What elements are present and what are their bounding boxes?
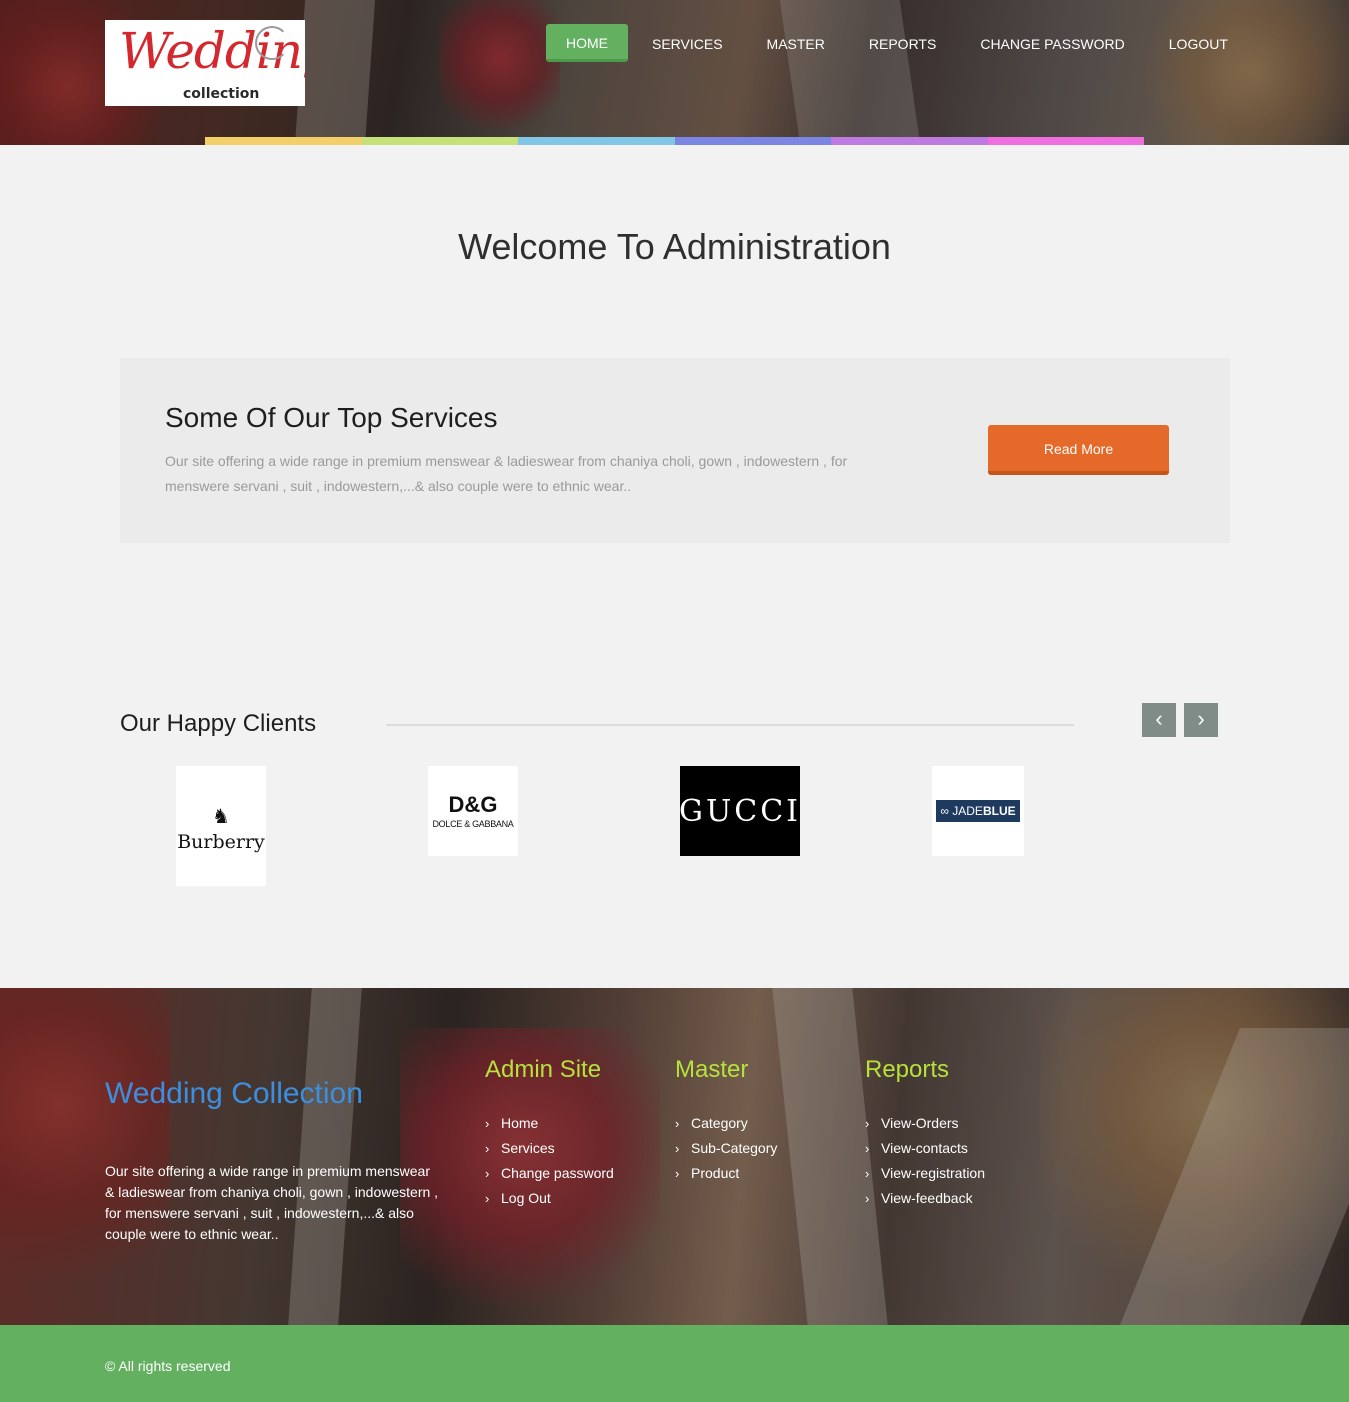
chevron-right-icon: › bbox=[865, 1191, 870, 1206]
color-bar-segment bbox=[987, 137, 1144, 145]
chevron-right-icon: › bbox=[675, 1141, 680, 1156]
logo-sub-text: collection bbox=[183, 86, 260, 102]
jade-suffix: BLUE bbox=[982, 804, 1016, 818]
logo-swirl-icon bbox=[255, 26, 289, 60]
footer-column-reports: Reports › View-Orders › View-contacts › Vie… bbox=[865, 1056, 985, 1211]
color-bar-segment bbox=[674, 137, 831, 145]
nav-logout[interactable]: LOGOUT bbox=[1169, 24, 1228, 62]
color-bar-segment bbox=[518, 137, 675, 145]
chevron-right-icon: › bbox=[1197, 706, 1205, 731]
footer-link-label[interactable]: Sub-Category bbox=[691, 1140, 777, 1156]
chevron-right-icon: › bbox=[485, 1191, 490, 1206]
copyright-text: © All rights reserved bbox=[105, 1358, 231, 1374]
footer-column-master: Master › Category › Sub-Category › Product bbox=[675, 1056, 777, 1186]
carousel-next-button[interactable]: › bbox=[1184, 703, 1218, 737]
chevron-right-icon: › bbox=[485, 1116, 490, 1131]
header-color-bar bbox=[205, 137, 1144, 145]
dg-monogram: D&G bbox=[448, 791, 498, 817]
page-title: Welcome To Administration bbox=[458, 226, 891, 267]
client-logo-burberry: ♞ Burberry bbox=[176, 766, 266, 886]
chevron-right-icon: › bbox=[865, 1116, 870, 1131]
footer-link-sub-category[interactable]: › Sub-Category bbox=[675, 1136, 777, 1161]
footer-column-admin-site: Admin Site › Home › Services › Change passw… bbox=[485, 1056, 614, 1211]
footer-link-home[interactable]: › Home bbox=[485, 1111, 614, 1136]
footer-link-change-password[interactable]: › Change password bbox=[485, 1161, 614, 1186]
clients-heading: Our Happy Clients bbox=[120, 710, 317, 737]
footer-heading-admin-site: Admin Site bbox=[485, 1056, 602, 1083]
footer-link-label[interactable]: Change password bbox=[501, 1165, 614, 1181]
footer-heading-reports: Reports bbox=[865, 1056, 950, 1083]
chevron-right-icon: › bbox=[485, 1166, 490, 1181]
footer-link-label[interactable]: Log Out bbox=[501, 1190, 551, 1206]
chevron-right-icon: › bbox=[675, 1166, 680, 1181]
footer-about-text: Our site offering a wide range in premiu… bbox=[105, 1163, 439, 1242]
services-heading: Some Of Our Top Services bbox=[165, 402, 498, 433]
footer-link-services[interactable]: › Services bbox=[485, 1136, 614, 1161]
knight-emblem-icon: ♞ bbox=[212, 805, 230, 828]
top-services-panel: Some Of Our Top Services Our site offeri… bbox=[120, 358, 1230, 543]
footer-links-reports: › View-Orders › View-contacts › View-regist… bbox=[865, 1111, 985, 1211]
clients-divider bbox=[386, 724, 1074, 726]
gucci-wordmark: GUCCI bbox=[679, 793, 802, 829]
color-bar-segment bbox=[361, 137, 518, 145]
footer-link-category[interactable]: › Category bbox=[675, 1111, 777, 1136]
footer-heading-master: Master bbox=[675, 1056, 749, 1083]
burberry-wordmark: Burberry bbox=[177, 830, 265, 853]
client-logo-gucci: GUCCI bbox=[679, 766, 802, 856]
color-bar-segment bbox=[831, 137, 988, 145]
client-logo-dolce-gabbana: D&G DOLCE & GABBANA bbox=[428, 766, 518, 856]
copyright-bar: © All rights reserved bbox=[0, 1325, 1349, 1402]
site-footer: Wedding Collection Our site offering a w… bbox=[0, 988, 1349, 1325]
main-nav: HOME SERVICES MASTER REPORTS CHANGE PASS… bbox=[546, 24, 1228, 62]
nav-home[interactable]: HOME bbox=[546, 24, 628, 62]
footer-link-product[interactable]: › Product bbox=[675, 1161, 777, 1186]
chevron-right-icon: › bbox=[675, 1116, 680, 1131]
site-header: Wedding collection HOME SERVICES MASTER … bbox=[0, 0, 1349, 145]
services-description: Our site offering a wide range in premiu… bbox=[165, 453, 848, 494]
footer-brand: Wedding Collection bbox=[105, 1077, 363, 1110]
jade-blue-wordmark: ∞ JADEBLUE bbox=[936, 800, 1020, 822]
chevron-right-icon: › bbox=[485, 1141, 490, 1156]
footer-links-admin-site: › Home › Services › Change password › Log Ou… bbox=[485, 1111, 614, 1211]
chevron-right-icon: › bbox=[865, 1141, 870, 1156]
footer-link-label[interactable]: View-registration bbox=[881, 1165, 985, 1181]
footer-links-master: › Category › Sub-Category › Product bbox=[675, 1111, 777, 1186]
footer-link-label[interactable]: Category bbox=[691, 1115, 748, 1131]
client-logo-jade-blue: ∞ JADEBLUE bbox=[932, 766, 1024, 856]
dg-wordmark: DOLCE & GABBANA bbox=[432, 818, 514, 829]
footer-link-view-registration[interactable]: › View-registration bbox=[865, 1161, 985, 1186]
footer-link-label[interactable]: Product bbox=[691, 1165, 739, 1181]
footer-link-label[interactable]: View-Orders bbox=[881, 1115, 959, 1131]
footer-link-label[interactable]: Home bbox=[501, 1115, 538, 1131]
infinity-icon: ∞ bbox=[940, 804, 949, 818]
nav-master[interactable]: MASTER bbox=[767, 24, 825, 62]
site-logo[interactable]: Wedding collection bbox=[105, 20, 305, 106]
footer-link-label[interactable]: View-contacts bbox=[881, 1140, 968, 1156]
nav-reports[interactable]: REPORTS bbox=[869, 24, 936, 62]
footer-link-view-feedback[interactable]: › View-feedback bbox=[865, 1186, 985, 1211]
footer-link-label[interactable]: View-feedback bbox=[881, 1190, 973, 1206]
footer-link-log-out[interactable]: › Log Out bbox=[485, 1186, 614, 1211]
carousel-prev-button[interactable]: ‹ bbox=[1142, 703, 1176, 737]
nav-change-password[interactable]: CHANGE PASSWORD bbox=[980, 24, 1124, 62]
chevron-left-icon: ‹ bbox=[1155, 706, 1163, 731]
footer-link-view-contacts[interactable]: › View-contacts bbox=[865, 1136, 985, 1161]
chevron-right-icon: › bbox=[865, 1166, 870, 1181]
color-bar-segment bbox=[205, 137, 362, 145]
read-more-button[interactable]: Read More bbox=[988, 425, 1169, 475]
nav-services[interactable]: SERVICES bbox=[652, 24, 723, 62]
footer-link-label[interactable]: Services bbox=[501, 1140, 555, 1156]
footer-link-view-orders[interactable]: › View-Orders bbox=[865, 1111, 985, 1136]
jade-prefix: JADE bbox=[952, 804, 983, 818]
